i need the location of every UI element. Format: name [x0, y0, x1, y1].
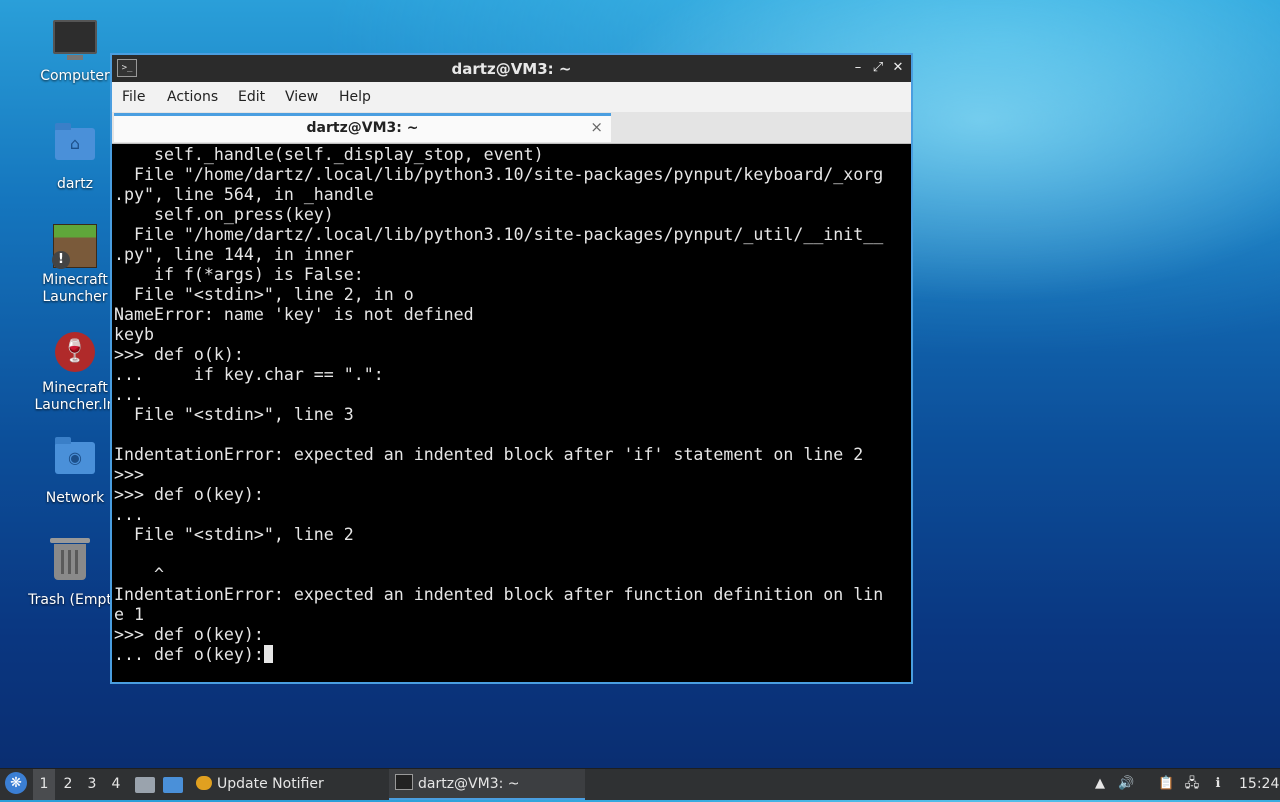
minecraft-grass-block-icon: !	[52, 224, 97, 269]
window-title: dartz@VM3: ~	[451, 60, 572, 78]
tab-terminal[interactable]: dartz@VM3: ~ ×	[114, 113, 611, 142]
notification-icon[interactable]: ℹ	[1210, 776, 1226, 792]
menu-edit[interactable]: Edit	[238, 89, 265, 105]
tab-bar: dartz@VM3: ~ ×	[112, 112, 911, 144]
terminal-output[interactable]: self._handle(self._display_stop, event) …	[114, 145, 911, 682]
show-desktop-icon[interactable]	[163, 777, 183, 793]
trash-icon	[48, 538, 92, 588]
text-cursor	[263, 645, 273, 663]
workspace-3[interactable]: 3	[81, 769, 103, 800]
tab-label: dartz@VM3: ~	[306, 120, 419, 136]
close-button[interactable]: ✕	[889, 59, 907, 77]
minimize-button[interactable]: –	[849, 59, 867, 77]
start-menu-button[interactable]: ❋	[5, 772, 27, 794]
wine-glass-icon: 🍷	[53, 332, 97, 376]
menu-bar: File Actions Edit View Help	[112, 82, 911, 113]
terminal-icon	[395, 774, 413, 790]
clipboard-icon[interactable]: 📋	[1158, 776, 1174, 792]
tray-arrow-icon[interactable]: ▲	[1092, 776, 1108, 792]
workspace-1[interactable]: 1	[33, 769, 55, 800]
task-update-notifier[interactable]: Update Notifier	[192, 769, 386, 802]
task-terminal[interactable]: dartz@VM3: ~	[389, 769, 585, 800]
window-titlebar[interactable]: >_ dartz@VM3: ~ – ⤢ ✕	[112, 55, 911, 82]
volume-icon[interactable]: 🔊	[1118, 776, 1134, 792]
update-icon	[196, 776, 212, 790]
network-folder-icon: ◉	[53, 437, 97, 486]
desktop-icon-label: Trash (Empt	[28, 592, 112, 608]
menu-file[interactable]: File	[122, 89, 145, 105]
terminal-text: self._handle(self._display_stop, event) …	[114, 145, 884, 664]
tab-close-icon[interactable]: ×	[590, 118, 603, 136]
menu-actions[interactable]: Actions	[167, 89, 218, 105]
taskbar: ❋ 1 2 3 4 Update Notifier dartz@VM3: ~ ▲…	[0, 768, 1280, 800]
home-folder-icon: ⌂	[53, 123, 97, 172]
desktop-icon-trash[interactable]: Trash (Empt	[18, 538, 122, 609]
menu-help[interactable]: Help	[339, 89, 371, 105]
file-manager-icon[interactable]	[135, 777, 155, 793]
maximize-button[interactable]: ⤢	[869, 59, 887, 77]
menu-view[interactable]: View	[285, 89, 318, 105]
clock[interactable]: 15:24	[1239, 769, 1279, 800]
workspace-2[interactable]: 2	[57, 769, 79, 800]
task-label: dartz@VM3: ~	[418, 776, 520, 792]
workspace-4[interactable]: 4	[105, 769, 127, 800]
task-label: Update Notifier	[217, 776, 324, 792]
network-icon[interactable]: 🖧	[1184, 776, 1200, 792]
computer-icon	[53, 20, 97, 64]
terminal-window: >_ dartz@VM3: ~ – ⤢ ✕ File Actions Edit …	[110, 53, 913, 684]
